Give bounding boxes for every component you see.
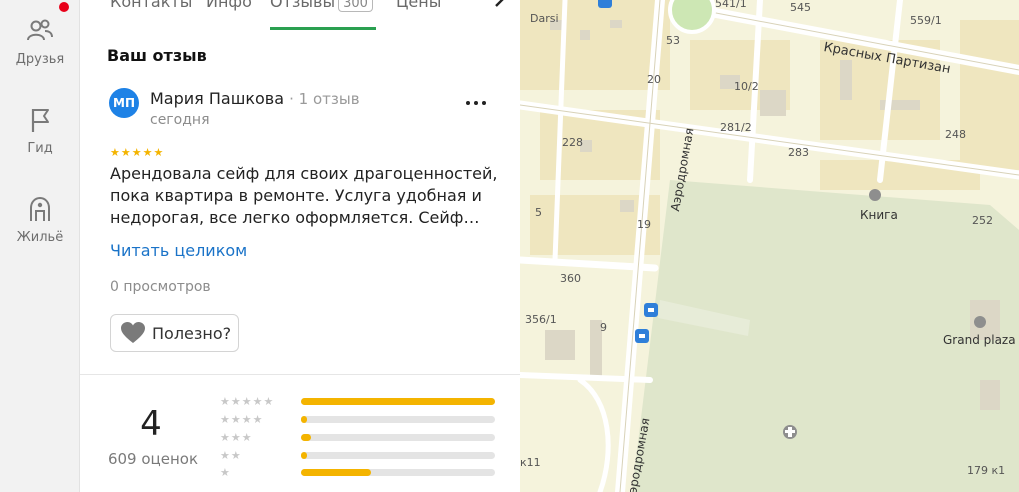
map-label: 281/2	[720, 121, 752, 134]
map-label: 5	[535, 206, 542, 219]
map-label: 356/1	[525, 313, 557, 326]
distribution-bar-5	[301, 398, 495, 405]
map-label: 228	[562, 136, 583, 149]
map-view[interactable]: Darsi 541/1 545 559/1 53 Красных Партиза…	[520, 0, 1019, 492]
rating-count: 609 оценок	[107, 450, 199, 468]
tab-count-badge: 300	[338, 0, 373, 12]
map-label: 9	[600, 321, 607, 334]
housing-icon	[30, 196, 50, 221]
active-tab-underline	[270, 27, 376, 30]
sidebar-item-friends[interactable]: Друзья	[0, 16, 80, 67]
distribution-bar-3	[301, 434, 495, 441]
map-label: 541/1	[715, 0, 747, 10]
map-label: 545	[790, 1, 811, 14]
review-author[interactable]: Мария Пашкова · 1 отзыв	[150, 89, 360, 108]
distribution-bar-1	[301, 469, 495, 476]
distribution-fill-4	[301, 416, 307, 423]
tab-bar: Контакты Инфо Отзывы 300 Цены	[80, 0, 520, 30]
author-review-count: · 1 отзыв	[289, 90, 360, 108]
tab-info[interactable]: Инфо	[206, 0, 252, 11]
distribution-stars-2: ★★	[220, 449, 242, 462]
map-label: 252	[972, 214, 993, 227]
map-label: 559/1	[910, 14, 942, 27]
distribution-stars-1: ★	[220, 466, 231, 479]
distribution-fill-1	[301, 469, 371, 476]
chevron-right-icon[interactable]	[490, 0, 510, 8]
heart-icon	[121, 322, 145, 343]
distribution-fill-3	[301, 434, 311, 441]
left-sidebar: Друзья Гид Жильё	[0, 0, 80, 492]
section-title: Ваш отзыв	[107, 46, 207, 65]
helpful-label: Полезно?	[152, 323, 232, 343]
map-label: 53	[666, 34, 680, 47]
sidebar-item-label: Друзья	[15, 52, 65, 67]
map-label: 19	[637, 218, 651, 231]
map-label: 10/2	[734, 80, 759, 93]
flag-icon	[31, 109, 49, 132]
divider	[80, 374, 520, 375]
sidebar-item-label: Жильё	[16, 230, 64, 245]
author-name[interactable]: Мария Пашкова	[150, 89, 284, 108]
tab-reviews[interactable]: Отзывы 300	[270, 0, 373, 12]
distribution-stars-3: ★★★	[220, 431, 253, 444]
sidebar-item-guide[interactable]: Гид	[0, 105, 80, 156]
poi-label: Grand plaza	[943, 333, 1016, 347]
helpful-button[interactable]: Полезно?	[110, 314, 239, 352]
distribution-fill-5	[301, 398, 495, 405]
views-count: 0 просмотров	[110, 279, 211, 295]
map-label: Darsi	[530, 12, 559, 25]
notification-dot	[59, 2, 69, 12]
poi-label: Книга	[860, 208, 898, 222]
tab-label: Отзывы	[270, 0, 336, 11]
avatar[interactable]: МП	[109, 88, 139, 118]
more-options-icon[interactable]	[464, 96, 488, 110]
tab-prices[interactable]: Цены	[396, 0, 441, 11]
sidebar-item-label: Гид	[27, 141, 53, 156]
distribution-fill-2	[301, 452, 307, 459]
review-text: Арендовала сейф для своих драгоценностей…	[110, 164, 498, 227]
map-label: 360	[560, 272, 581, 285]
map-label: 20	[647, 73, 661, 86]
distribution-bar-4	[301, 416, 495, 423]
reviews-panel: Контакты Инфо Отзывы 300 Цены Ваш отзыв М…	[80, 0, 520, 492]
map-label: к11	[520, 456, 541, 469]
review-stars: ★★★★★	[110, 146, 165, 159]
friends-icon	[27, 19, 53, 41]
read-more-link[interactable]: Читать целиком	[110, 241, 247, 260]
distribution-bar-2	[301, 452, 495, 459]
review-date: сегодня	[150, 112, 210, 128]
map-label: 179 к1	[967, 464, 1006, 477]
distribution-stars-4: ★★★★	[220, 413, 264, 426]
map-label: 248	[945, 128, 966, 141]
map-label: 283	[788, 146, 809, 159]
distribution-stars-5: ★★★★★	[220, 395, 275, 408]
tab-contacts[interactable]: Контакты	[110, 0, 192, 11]
rating-score: 4	[140, 404, 162, 444]
sidebar-item-housing[interactable]: Жильё	[0, 194, 80, 245]
